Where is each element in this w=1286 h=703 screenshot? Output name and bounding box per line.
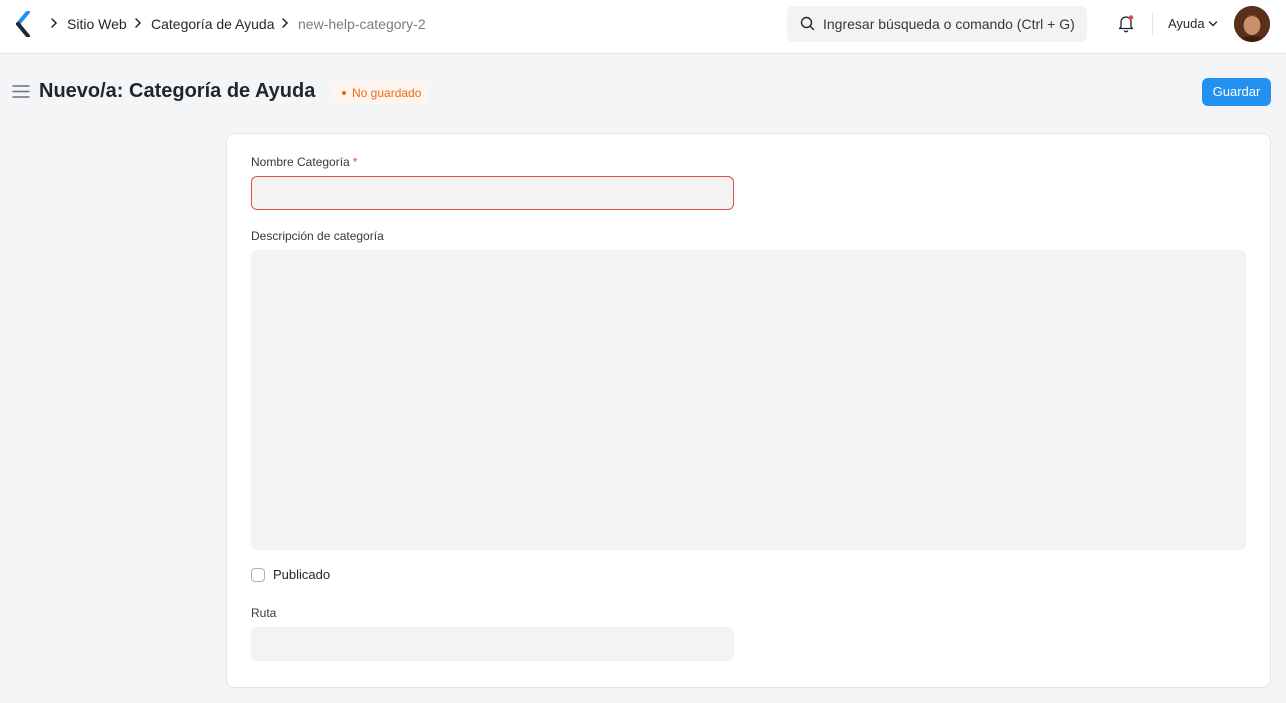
status-badge: No guardado — [333, 81, 430, 104]
description-label: Descripción de categoría — [251, 229, 384, 243]
chevron-down-icon[interactable] — [1208, 20, 1218, 28]
user-avatar-image — [1234, 6, 1270, 42]
category-name-input[interactable] — [251, 176, 734, 210]
status-dot-icon — [342, 90, 346, 95]
category-name-label-text: Nombre Categoría — [251, 155, 350, 169]
status-text: No guardado — [352, 85, 422, 100]
search-bar[interactable]: Ingresar búsqueda o comando (Ctrl + G) — [787, 6, 1087, 42]
save-button[interactable]: Guardar — [1202, 78, 1271, 106]
page-title: Nuevo/a: Categoría de Ayuda — [39, 80, 316, 102]
notification-bell-icon[interactable] — [1117, 14, 1135, 33]
search-placeholder: Ingresar búsqueda o comando (Ctrl + G) — [823, 16, 1075, 32]
published-label[interactable]: Publicado — [273, 568, 330, 582]
published-checkbox[interactable] — [251, 568, 265, 582]
required-mark: * — [352, 155, 358, 169]
route-label: Ruta — [251, 606, 277, 620]
breadcrumb-categoria-ayuda[interactable]: Categoría de Ayuda — [151, 16, 275, 32]
breadcrumb-chevron-icon — [51, 18, 58, 28]
sidebar-toggle-icon[interactable] — [12, 84, 30, 99]
navbar-divider — [1152, 12, 1153, 36]
search-icon — [800, 16, 815, 31]
help-dropdown[interactable]: Ayuda — [1168, 16, 1205, 32]
breadcrumb-current-doc: new-help-category-2 — [298, 16, 426, 32]
form-card: Nombre Categoría * Descripción de categor… — [226, 133, 1271, 688]
navbar: Sitio Web Categoría de Ayuda new-help-ca… — [0, 0, 1286, 54]
app-logo-icon[interactable] — [14, 11, 36, 37]
user-avatar[interactable] — [1234, 6, 1270, 42]
breadcrumb-chevron-icon — [282, 18, 289, 28]
description-textarea[interactable] — [251, 250, 1246, 550]
breadcrumb-sitio-web[interactable]: Sitio Web — [67, 16, 127, 32]
category-name-label: Nombre Categoría * — [251, 155, 357, 169]
route-input[interactable] — [251, 627, 734, 661]
breadcrumb-chevron-icon — [135, 18, 142, 28]
